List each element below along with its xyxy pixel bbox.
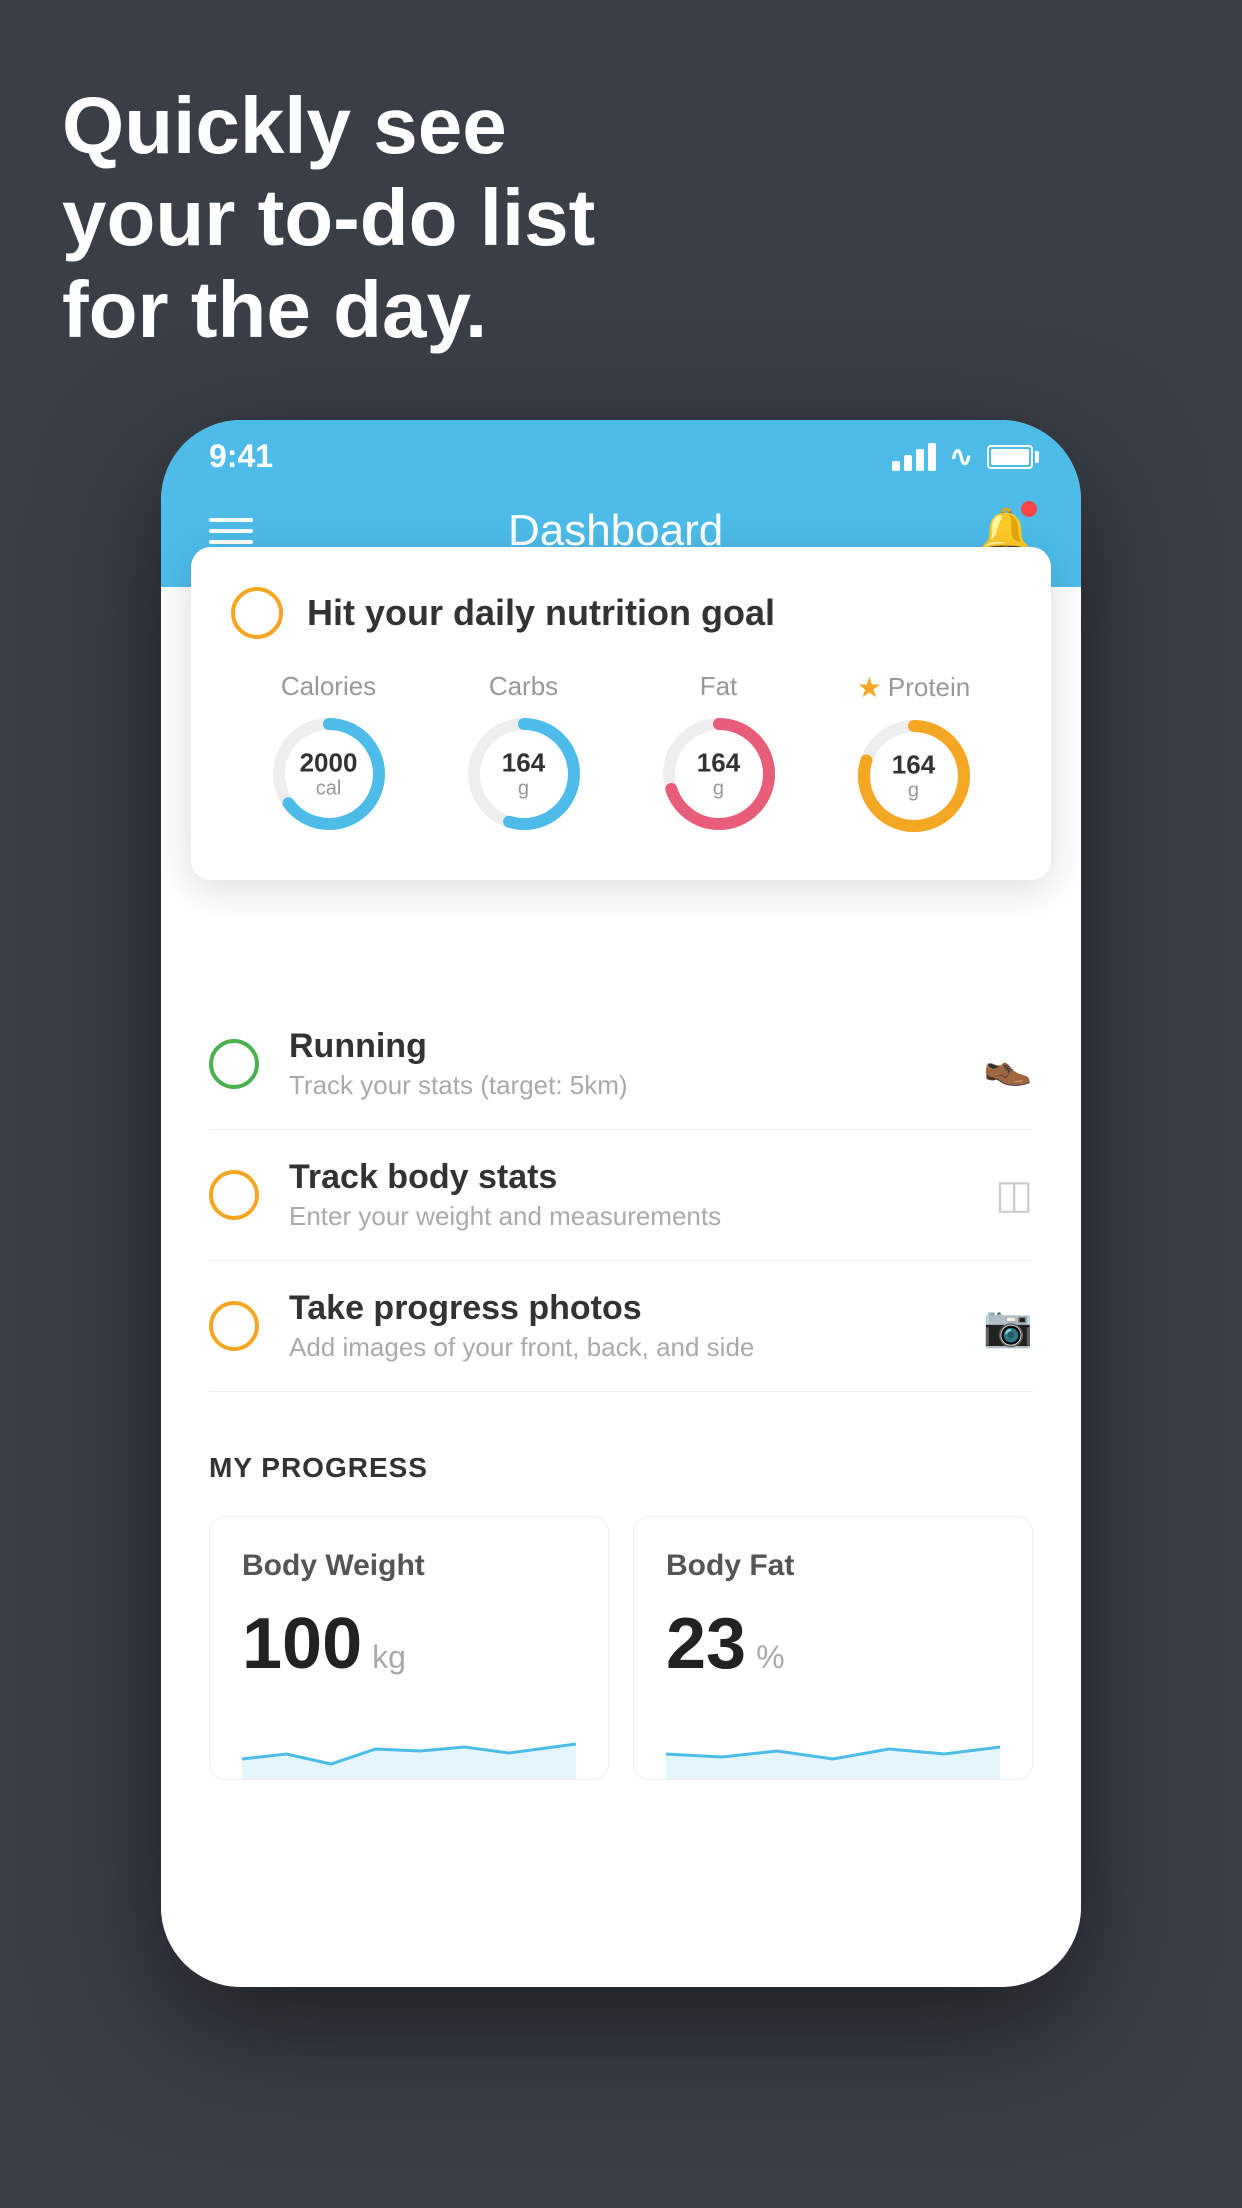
nutrition-carbs: Carbs 164 g [464, 671, 584, 834]
battery-icon [987, 445, 1033, 469]
progress-section: MY PROGRESS Body Weight 100 kg [161, 1392, 1081, 1820]
fat-value: 164 [697, 749, 740, 778]
carbs-value: 164 [502, 749, 545, 778]
protein-unit: g [892, 779, 935, 801]
menu-button[interactable] [209, 518, 253, 544]
progress-header: MY PROGRESS [209, 1452, 1033, 1484]
nutrition-card-title: Hit your daily nutrition goal [307, 592, 775, 634]
body-fat-chart [666, 1709, 1000, 1779]
status-bar: 9:41 ∿ [161, 420, 1081, 485]
body-weight-unit: kg [372, 1639, 406, 1676]
photos-info: Take progress photos Add images of your … [289, 1289, 953, 1363]
running-name: Running [289, 1027, 953, 1066]
nutrition-protein: ★ Protein 164 g [854, 671, 974, 836]
nutrition-check-circle[interactable] [231, 587, 283, 639]
carbs-donut: 164 g [464, 714, 584, 834]
calories-value: 2000 [300, 749, 358, 778]
headline-line2: your to-do list [62, 172, 595, 264]
running-sub: Track your stats (target: 5km) [289, 1070, 953, 1101]
calories-donut: 2000 cal [269, 714, 389, 834]
protein-value: 164 [892, 751, 935, 780]
body-fat-value-row: 23 % [666, 1603, 1000, 1685]
carbs-unit: g [502, 777, 545, 799]
running-check-circle [209, 1039, 259, 1089]
status-time: 9:41 [209, 438, 273, 475]
notification-badge [1021, 501, 1037, 517]
protein-donut: 164 g [854, 716, 974, 836]
headline-line3: for the day. [62, 264, 595, 356]
headline-line1: Quickly see [62, 80, 595, 172]
todo-item-running[interactable]: Running Track your stats (target: 5km) 👞 [209, 999, 1033, 1130]
todo-item-body-stats[interactable]: Track body stats Enter your weight and m… [209, 1130, 1033, 1261]
body-fat-unit: % [756, 1639, 784, 1676]
wifi-icon: ∿ [950, 440, 973, 473]
running-info: Running Track your stats (target: 5km) [289, 1027, 953, 1101]
body-weight-chart [242, 1709, 576, 1779]
body-weight-label: Body Weight [242, 1549, 576, 1583]
protein-star-icon: ★ [857, 671, 882, 704]
fat-label: Fat [700, 671, 738, 702]
body-fat-value: 23 [666, 1603, 746, 1685]
progress-cards: Body Weight 100 kg Body Fat [209, 1516, 1033, 1780]
calories-unit: cal [300, 777, 358, 799]
signal-icon [892, 443, 936, 471]
app-content: THINGS TO DO TODAY Hit your daily nutrit… [161, 587, 1081, 1987]
fat-unit: g [697, 777, 740, 799]
body-weight-card[interactable]: Body Weight 100 kg [209, 1516, 609, 1780]
nutrition-calories: Calories 2000 cal [269, 671, 389, 834]
status-icons: ∿ [892, 440, 1033, 473]
card-title-row: Hit your daily nutrition goal [231, 587, 1011, 639]
fat-donut: 164 g [659, 714, 779, 834]
body-weight-value: 100 [242, 1603, 362, 1685]
nutrition-fat: Fat 164 g [659, 671, 779, 834]
photo-icon: 📷 [983, 1303, 1033, 1350]
nutrition-card: Hit your daily nutrition goal Calories 2… [191, 547, 1051, 880]
todo-list: Running Track your stats (target: 5km) 👞… [161, 999, 1081, 1392]
body-stats-sub: Enter your weight and measurements [289, 1201, 965, 1232]
phone-frame: 9:41 ∿ Dashboard 🔔 THINGS TO DO TODAY [161, 420, 1081, 1987]
todo-item-photos[interactable]: Take progress photos Add images of your … [209, 1261, 1033, 1392]
photos-sub: Add images of your front, back, and side [289, 1332, 953, 1363]
carbs-label: Carbs [489, 671, 558, 702]
scale-icon: ◫ [995, 1172, 1033, 1218]
body-fat-card[interactable]: Body Fat 23 % [633, 1516, 1033, 1780]
calories-label: Calories [281, 671, 376, 702]
photos-name: Take progress photos [289, 1289, 953, 1328]
running-shoe-icon: 👞 [983, 1041, 1033, 1088]
body-stats-name: Track body stats [289, 1158, 965, 1197]
photos-check-circle [209, 1301, 259, 1351]
nutrition-row: Calories 2000 cal Carbs [231, 671, 1011, 836]
protein-label: ★ Protein [857, 671, 971, 704]
body-stats-check-circle [209, 1170, 259, 1220]
headline: Quickly see your to-do list for the day. [62, 80, 595, 356]
body-weight-value-row: 100 kg [242, 1603, 576, 1685]
body-fat-label: Body Fat [666, 1549, 1000, 1583]
body-stats-info: Track body stats Enter your weight and m… [289, 1158, 965, 1232]
